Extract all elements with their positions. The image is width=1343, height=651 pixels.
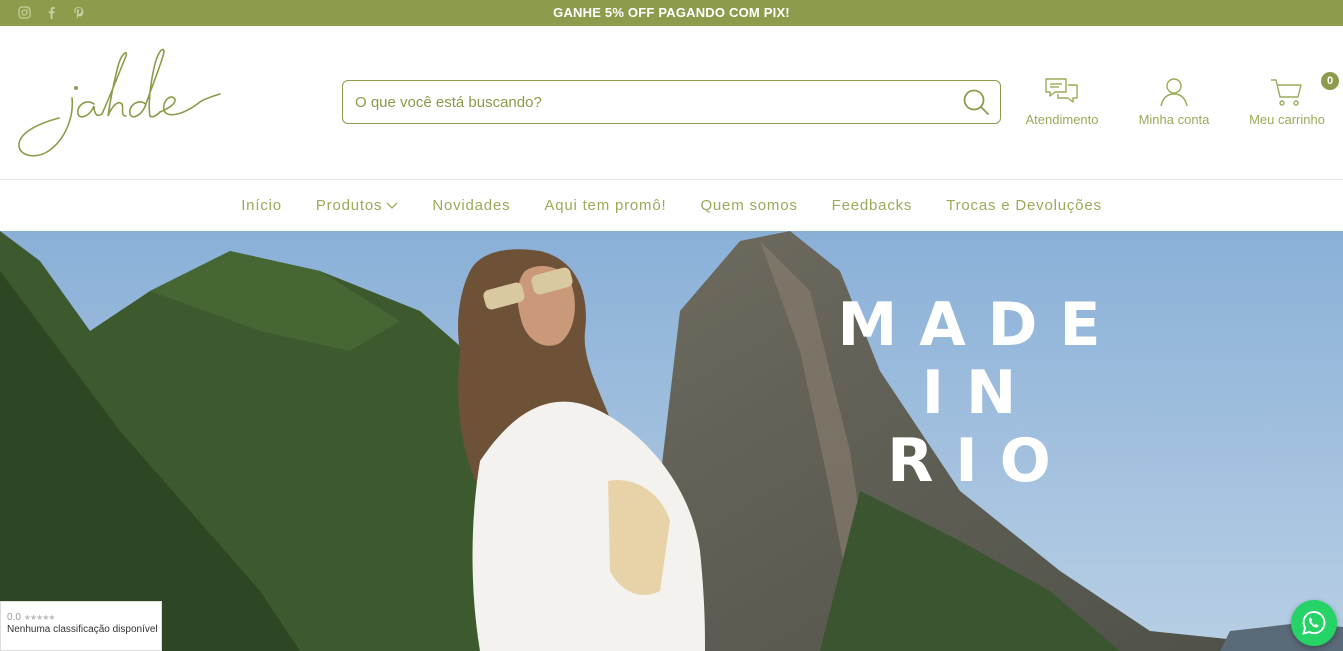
cart-count-badge: 0 bbox=[1321, 72, 1339, 90]
nav-item-promo[interactable]: Aqui tem promô! bbox=[527, 197, 683, 214]
search-box bbox=[342, 80, 1001, 124]
chevron-down-icon bbox=[386, 197, 398, 214]
nav-label: Quem somos bbox=[700, 197, 798, 214]
nav-item-novidades[interactable]: Novidades bbox=[415, 197, 527, 214]
atendimento-label: Atendimento bbox=[1025, 112, 1099, 127]
nav-item-quem-somos[interactable]: Quem somos bbox=[683, 197, 814, 214]
user-icon bbox=[1156, 76, 1192, 108]
hero-title: MADE IN RIO bbox=[780, 291, 1180, 495]
nav-label: Produtos bbox=[315, 197, 383, 214]
nav-label: Início bbox=[241, 197, 282, 214]
promo-bar: GANHE 5% OFF PAGANDO COM PIX! bbox=[0, 0, 1343, 26]
minha-conta-label: Minha conta bbox=[1138, 112, 1210, 127]
cart-button[interactable]: 0 Meu carrinho bbox=[1242, 72, 1339, 127]
cart-icon: 0 bbox=[1269, 72, 1339, 108]
rating-stars: ★★★★★ bbox=[23, 613, 56, 622]
minha-conta-button[interactable]: Minha conta bbox=[1131, 76, 1217, 127]
whatsapp-button[interactable] bbox=[1291, 600, 1337, 646]
atendimento-button[interactable]: Atendimento bbox=[1016, 76, 1108, 127]
search-icon[interactable] bbox=[962, 88, 990, 116]
main-nav: Início Produtos Novidades Aqui tem promô… bbox=[0, 180, 1343, 231]
nav-item-inicio[interactable]: Início bbox=[224, 197, 299, 214]
nav-label: Aqui tem promô! bbox=[544, 197, 667, 214]
logo-text: jahde bbox=[14, 46, 17, 47]
rating-score: 0.0 bbox=[7, 612, 21, 623]
nav-item-produtos[interactable]: Produtos bbox=[299, 197, 415, 214]
jahde-logo[interactable]: jahde bbox=[14, 46, 224, 161]
hero-line-rio: RIO bbox=[887, 426, 1073, 496]
hero-banner[interactable]: MADE IN RIO bbox=[0, 231, 1343, 651]
site-header: jahde Atendimento Minha conta 0 Meu carr… bbox=[0, 26, 1343, 180]
nav-item-feedbacks[interactable]: Feedbacks bbox=[815, 197, 930, 214]
nav-label: Trocas e Devoluções bbox=[946, 197, 1102, 214]
cart-label: Meu carrinho bbox=[1249, 112, 1325, 127]
search-input[interactable] bbox=[355, 81, 955, 123]
rating-widget[interactable]: 0.0 ★★★★★ Nenhuma classificação disponív… bbox=[0, 601, 162, 651]
hero-line-made: MADE bbox=[837, 290, 1123, 360]
nav-label: Feedbacks bbox=[831, 197, 913, 214]
nav-label: Novidades bbox=[432, 197, 511, 214]
chat-bubbles-icon bbox=[1044, 76, 1080, 108]
promo-text: GANHE 5% OFF PAGANDO COM PIX! bbox=[553, 5, 790, 20]
rating-text: Nenhuma classificação disponível bbox=[7, 624, 158, 635]
nav-item-trocas[interactable]: Trocas e Devoluções bbox=[929, 197, 1119, 214]
hero-line-in: IN bbox=[921, 358, 1039, 428]
